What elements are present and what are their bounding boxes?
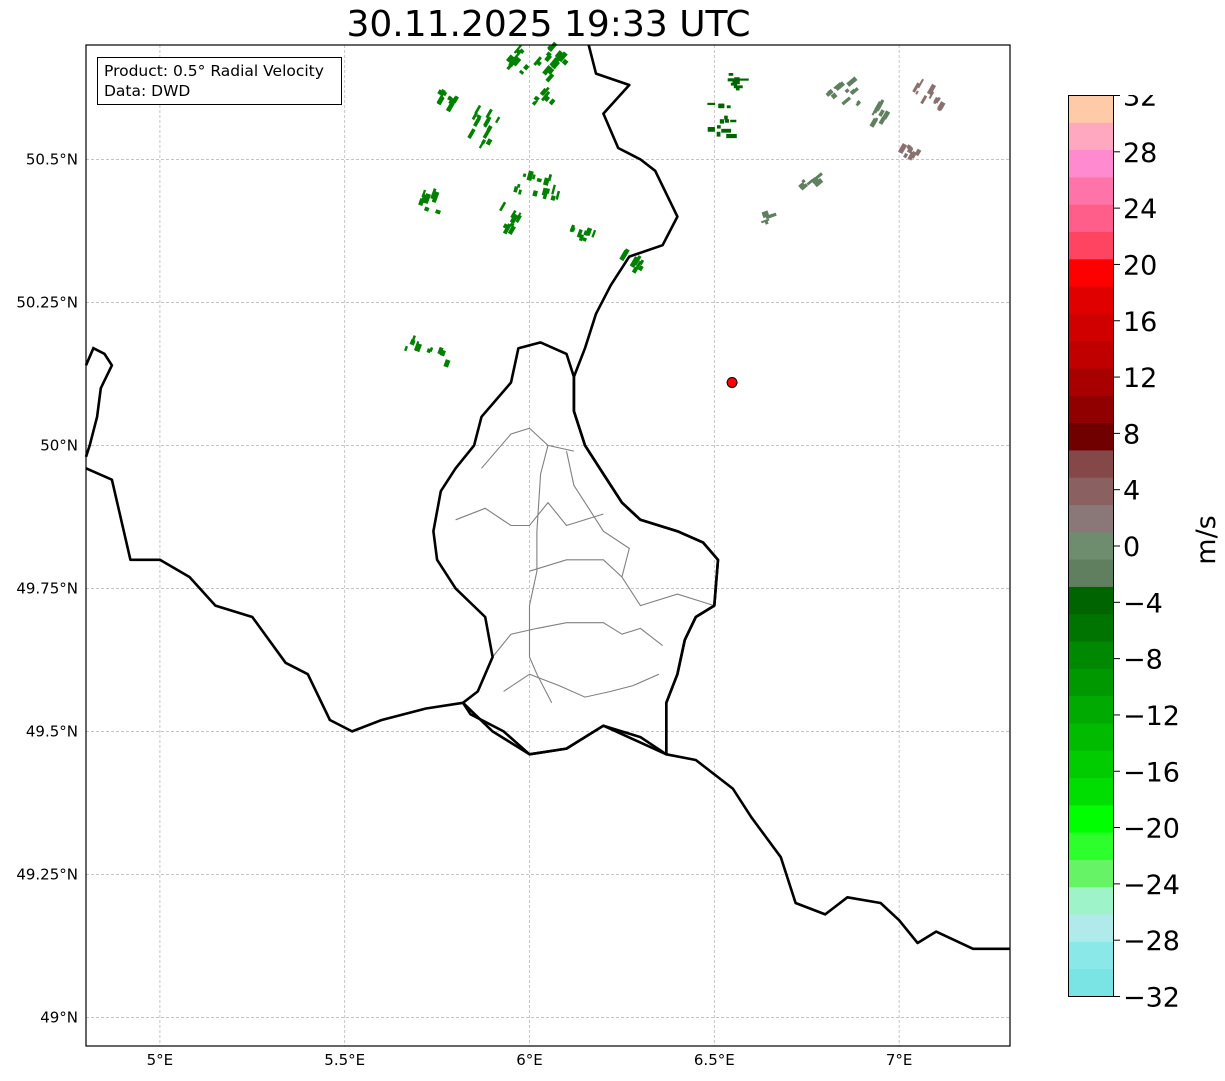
- echo-cell: [707, 102, 716, 105]
- echo-cell: [734, 77, 740, 82]
- colorbar-tick-label: 12: [1123, 363, 1157, 394]
- echo-cell: [716, 131, 721, 137]
- colorbar-band: [1068, 204, 1114, 233]
- colorbar-band: [1068, 723, 1114, 752]
- colorbar-tick-label: −28: [1123, 926, 1180, 957]
- colorbar-tick-label: 24: [1123, 194, 1157, 225]
- lon-tick-label: 5°E: [147, 1051, 174, 1069]
- echo-cell: [718, 103, 725, 109]
- lon-tick-label: 7°E: [886, 1051, 913, 1069]
- colorbar-band: [1068, 887, 1114, 916]
- colorbar-band: [1068, 641, 1114, 670]
- colorbar-band: [1068, 423, 1114, 451]
- colorbar-band: [1068, 859, 1114, 888]
- colorbar-band: [1068, 750, 1114, 779]
- echo-cell: [728, 73, 734, 76]
- lat-tick-label: 50.25°N: [16, 293, 78, 311]
- echo-cell: [724, 119, 730, 123]
- colorbar-tick-label: −12: [1123, 701, 1180, 732]
- colorbar-band: [1068, 832, 1114, 861]
- colorbar-band: [1068, 532, 1114, 561]
- colorbar-tick-label: 28: [1123, 138, 1157, 169]
- colorbar-band: [1068, 941, 1114, 970]
- colorbar-band: [1068, 914, 1114, 943]
- colorbar-tick-label: −32: [1123, 983, 1180, 1014]
- echo-cell: [724, 115, 728, 120]
- lon-tick-label: 6.5°E: [694, 1051, 735, 1069]
- echo-cell: [733, 85, 743, 89]
- echo-cell: [730, 119, 737, 123]
- colorbar-band: [1068, 122, 1114, 151]
- radar-map: 5°E 5.5°E 6°E 6.5°E 7°E 49°N 49.25°N 49.5°N 49.7…: [16, 41, 1011, 1069]
- colorbar-tick-label: 32: [1123, 95, 1157, 113]
- colorbar-bands: [1068, 95, 1114, 997]
- lon-tick-label: 5.5°E: [324, 1051, 365, 1069]
- colorbar-band: [1068, 95, 1114, 124]
- lat-tick-label: 49.25°N: [16, 865, 78, 883]
- colorbar-band: [1068, 313, 1114, 342]
- colorbar-tick-label: 4: [1123, 476, 1140, 507]
- colorbar-tick-label: −16: [1123, 757, 1180, 788]
- colorbar-tick-label: 0: [1123, 532, 1140, 563]
- colorbar-band: [1068, 696, 1114, 724]
- colorbar-tick-label: 8: [1123, 419, 1140, 450]
- colorbar-unit-label: m/s: [1191, 515, 1222, 565]
- colorbar-tick-label: −8: [1123, 645, 1163, 676]
- echo-cell: [721, 128, 732, 133]
- lat-tick-label: 50°N: [40, 436, 78, 454]
- colorbar-band: [1068, 368, 1114, 397]
- colorbar-tick-label: −24: [1123, 870, 1180, 901]
- echo-cell: [738, 78, 749, 81]
- colorbar-tick-label: 20: [1123, 250, 1157, 281]
- echo-cell: [726, 133, 737, 139]
- colorbar-band: [1068, 778, 1114, 806]
- colorbar-band: [1068, 969, 1114, 997]
- lat-tick-label: 49°N: [40, 1008, 78, 1026]
- echo-cell: [719, 119, 725, 124]
- colorbar-tick-label: −4: [1123, 588, 1163, 619]
- lat-tick-label: 49.75°N: [16, 579, 78, 597]
- lat-tick-label: 50.5°N: [26, 150, 78, 168]
- lon-tick-label: 6°E: [516, 1051, 543, 1069]
- colorbar-band: [1068, 286, 1114, 315]
- echo-cell: [707, 127, 715, 132]
- colorbar-band: [1068, 177, 1114, 206]
- product-info-box: Product: 0.5° Radial Velocity Data: DWD: [97, 57, 342, 105]
- radar-site-marker: [726, 376, 738, 388]
- colorbar-band: [1068, 259, 1114, 288]
- colorbar-band: [1068, 150, 1114, 178]
- colorbar-ticks: 32 28 24 20 16 12 8 4 0 −4 −8 −12 −16 −20 −24 −28 −32: [1114, 95, 1180, 1014]
- colorbar-band: [1068, 477, 1114, 506]
- lat-tick-label: 49.5°N: [26, 722, 78, 740]
- radar-site-layer: [726, 376, 738, 388]
- colorbar-band: [1068, 450, 1114, 479]
- colorbar-band: [1068, 559, 1114, 588]
- product-label: Product: 0.5° Radial Velocity: [104, 62, 324, 80]
- colorbar-band: [1068, 586, 1114, 615]
- map-frame: [86, 45, 1010, 1046]
- data-source-label: Data: DWD: [104, 82, 191, 100]
- colorbar-tick-label: −20: [1123, 814, 1180, 845]
- colorbar-band: [1068, 341, 1114, 370]
- colorbar-band: [1068, 668, 1114, 697]
- echo-cell: [726, 105, 731, 109]
- colorbar-tick-label: 16: [1123, 307, 1157, 338]
- colorbar-band: [1068, 505, 1114, 533]
- colorbar-band: [1068, 805, 1114, 834]
- colorbar-band: [1068, 232, 1114, 260]
- colorbar-band: [1068, 395, 1114, 424]
- colorbar-band: [1068, 614, 1114, 643]
- echo-cell: [717, 125, 721, 129]
